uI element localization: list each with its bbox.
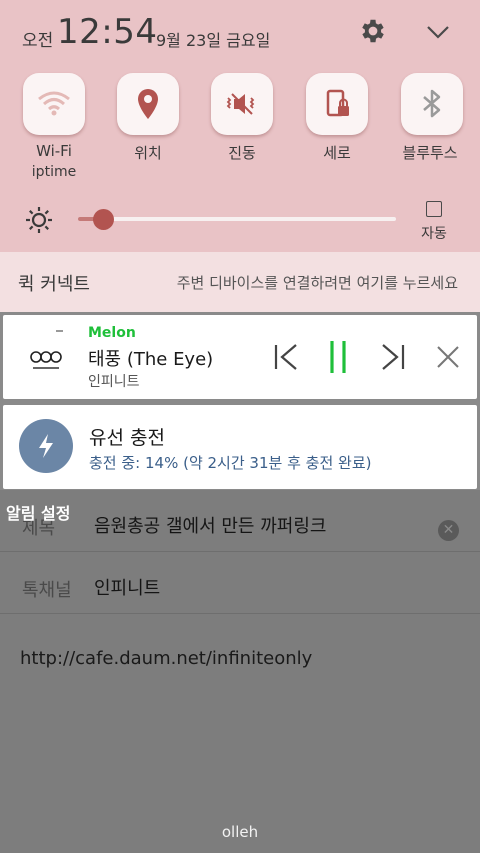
quick-connect-hint: 주변 디바이스를 연결하려면 여기를 누르세요 — [176, 274, 458, 292]
clear-icon[interactable]: ✕ — [438, 520, 459, 541]
vibrate-label: 진동 — [228, 144, 256, 162]
quick-connect-bar[interactable]: 퀵 커넥트 주변 디바이스를 연결하려면 여기를 누르세요 — [0, 252, 480, 312]
music-notification[interactable]: Melon 태풍 (The Eye) 인피니트 — [3, 315, 477, 399]
wifi-network-label: iptime — [31, 164, 77, 180]
channel-value: 인피니트 — [94, 578, 161, 599]
artist-name: 인피니트 — [88, 374, 140, 390]
brightness-slider[interactable] — [78, 217, 396, 221]
vibrate-icon — [226, 93, 255, 115]
location-icon — [138, 89, 158, 119]
wifi-label: Wi-Fi — [36, 142, 72, 160]
bluetooth-icon — [423, 89, 441, 118]
rotation-label: 세로 — [323, 144, 351, 162]
auto-brightness-label: 자동 — [421, 226, 447, 242]
close-icon[interactable] — [431, 339, 465, 375]
charging-notification[interactable]: 유선 충전 충전 중: 14% (약 2시간 31분 후 충전 완료) — [3, 405, 477, 489]
chevron-down-icon[interactable] — [424, 20, 452, 44]
album-art-icon — [30, 330, 63, 369]
quick-connect-title: 퀵 커넥트 — [18, 274, 90, 295]
alarm-settings-label[interactable]: 알림 설정 — [6, 500, 70, 524]
charging-badge — [19, 419, 73, 473]
charging-status: 충전 중: 14% (약 2시간 31분 후 충전 완료) — [89, 454, 372, 472]
clock-time: 12:54 — [57, 12, 158, 52]
vibrate-toggle[interactable] — [211, 73, 273, 135]
gear-icon[interactable] — [358, 16, 388, 46]
carrier-label: olleh — [221, 823, 259, 841]
notification-shade: 오전 12:54 9월 23일 금요일 Wi-Fi iptime 위치 진동 세… — [0, 0, 480, 252]
wifi-toggle[interactable] — [23, 73, 85, 135]
wifi-icon — [38, 91, 70, 116]
subject-value[interactable]: 음원총공 갤에서 만든 까퍼링크 — [94, 512, 326, 538]
rotation-toggle[interactable] — [306, 73, 368, 135]
background-app: 제목 음원총공 갤에서 만든 까퍼링크 ✕ 톡채널 인피니트 http://ca… — [0, 490, 480, 853]
previous-track-icon[interactable] — [270, 339, 304, 375]
bluetooth-label: 블루투스 — [402, 144, 458, 162]
brightness-thumb[interactable] — [93, 209, 115, 230]
next-track-icon[interactable] — [375, 339, 409, 375]
location-label: 위치 — [134, 144, 162, 162]
bluetooth-toggle[interactable] — [401, 73, 463, 135]
brightness-icon — [26, 207, 52, 233]
ampm-label: 오전 — [22, 31, 54, 51]
pause-icon[interactable] — [321, 339, 355, 375]
channel-row[interactable]: 톡채널 인피니트 — [0, 552, 480, 614]
date-label: 9월 23일 금요일 — [156, 31, 271, 50]
melon-logo: Melon — [88, 325, 136, 341]
location-toggle[interactable] — [117, 73, 179, 135]
song-title: 태풍 (The Eye) — [88, 349, 214, 370]
channel-label: 톡채널 — [22, 580, 72, 601]
subject-row[interactable]: 제목 음원총공 갤에서 만든 까퍼링크 ✕ — [0, 490, 480, 552]
rotation-lock-icon — [326, 89, 349, 117]
lightning-icon — [39, 434, 53, 458]
charging-title: 유선 충전 — [89, 427, 165, 449]
auto-brightness-checkbox[interactable] — [426, 201, 442, 217]
url-text[interactable]: http://cafe.daum.net/infiniteonly — [20, 648, 312, 669]
